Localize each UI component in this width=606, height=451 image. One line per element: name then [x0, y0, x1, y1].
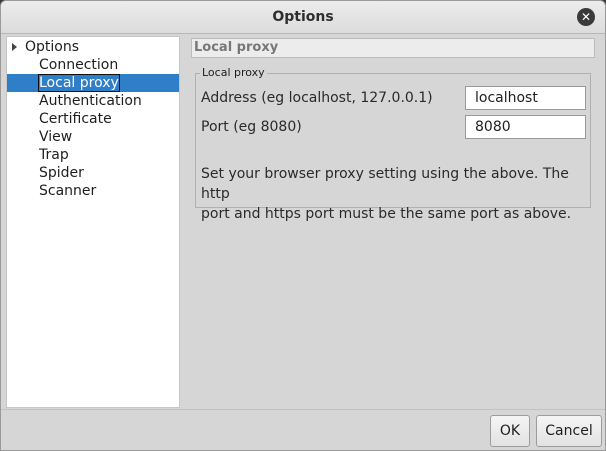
info-line-1: Set your browser proxy setting using the… [201, 166, 569, 202]
tree-item-connection[interactable]: Connection [7, 56, 179, 74]
tree-item-label: Trap [39, 147, 69, 163]
tree-item-trap[interactable]: Trap [7, 146, 179, 164]
local-proxy-group: Local proxy Address (eg localhost, 127.0… [195, 66, 591, 222]
close-icon[interactable]: ✕ [577, 8, 595, 26]
options-dialog: Options ✕ Options Connection Local proxy… [0, 0, 606, 451]
tree-item-authentication[interactable]: Authentication [7, 92, 179, 110]
tree-item-label: Connection [39, 57, 119, 73]
expand-arrow-icon[interactable] [12, 43, 17, 51]
window-title: Options [272, 9, 334, 25]
panel-header: Local proxy [191, 38, 595, 58]
port-field[interactable] [465, 115, 586, 139]
options-tree[interactable]: Options Connection Local proxy Authentic… [6, 36, 180, 408]
group-title: Local proxy [200, 66, 267, 80]
tree-root-options[interactable]: Options [7, 38, 179, 56]
tree-item-label: View [39, 129, 73, 145]
tree-item-label: Scanner [39, 183, 97, 199]
proxy-info-text: Set your browser proxy setting using the… [201, 164, 587, 224]
ok-button[interactable]: OK [490, 415, 530, 447]
tree-item-spider[interactable]: Spider [7, 164, 179, 182]
tree-item-label: Local proxy [38, 74, 120, 92]
tree-item-label: Certificate [39, 111, 112, 127]
footer-divider [1, 409, 605, 410]
tree-item-certificate[interactable]: Certificate [7, 110, 179, 128]
tree-item-scanner[interactable]: Scanner [7, 182, 179, 200]
cancel-button[interactable]: Cancel [536, 415, 602, 447]
tree-item-label: Spider [39, 165, 84, 181]
tree-item-local-proxy[interactable]: Local proxy [7, 74, 179, 92]
port-label: Port (eg 8080) [201, 119, 302, 135]
tree-item-label: Authentication [39, 93, 142, 109]
tree-item-view[interactable]: View [7, 128, 179, 146]
title-bar[interactable]: Options ✕ [1, 1, 605, 34]
info-line-2: port and https port must be the same por… [201, 206, 572, 222]
tree-root-label: Options [25, 39, 80, 55]
options-panel: Local proxy Local proxy Address (eg loca… [181, 36, 603, 408]
address-field[interactable] [465, 86, 586, 110]
address-label: Address (eg localhost, 127.0.0.1) [201, 90, 433, 106]
